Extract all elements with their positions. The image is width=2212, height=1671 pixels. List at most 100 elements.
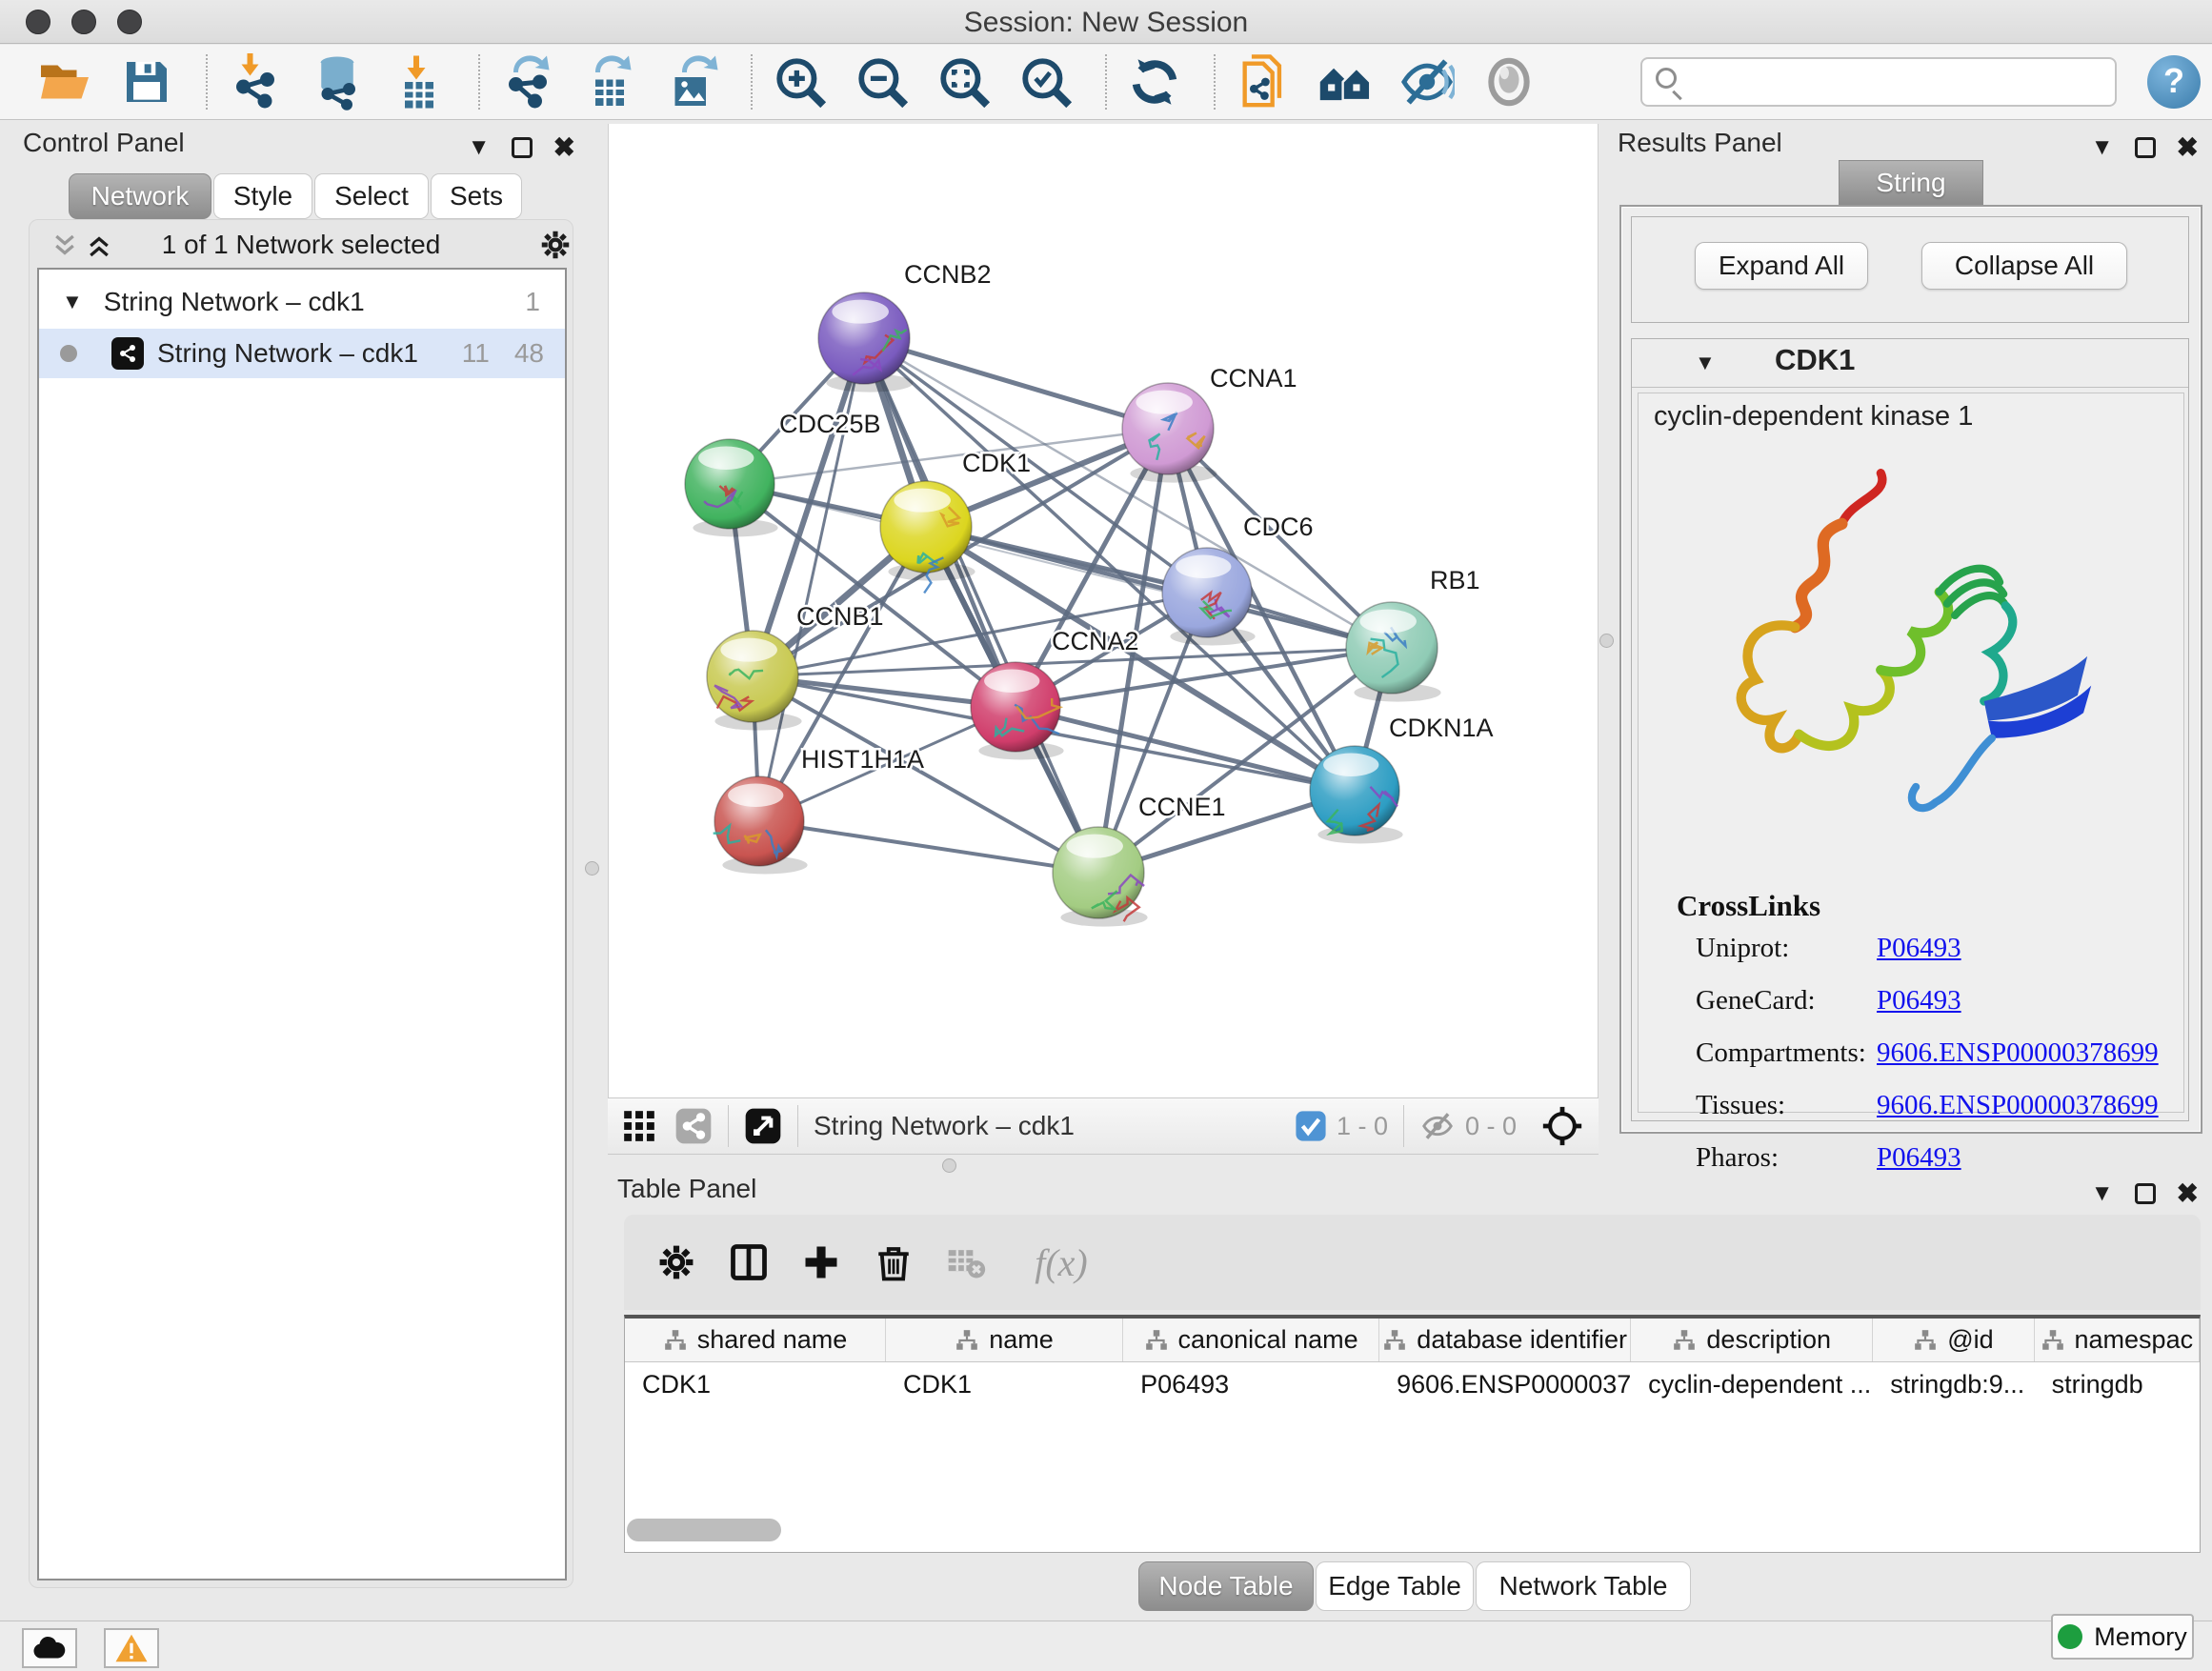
crosslink-link[interactable]: 9606.ENSP00000378699	[1877, 1037, 2159, 1069]
open-folder-icon	[36, 53, 93, 111]
expand-all-button[interactable]: Expand All	[1695, 242, 1868, 290]
tab-network-table[interactable]: Network Table	[1476, 1561, 1691, 1611]
cloud-status-button[interactable]	[22, 1628, 77, 1668]
bottom-splitter-handle[interactable]	[942, 1158, 956, 1173]
string-home-button[interactable]	[1315, 53, 1376, 111]
grid-view-icon[interactable]	[621, 1108, 657, 1144]
maximize-panel-icon[interactable]	[2135, 1183, 2156, 1204]
import-table-button[interactable]	[389, 53, 450, 111]
import-network-database-button[interactable]	[307, 53, 368, 111]
column-header-canonical-name[interactable]: canonical name	[1123, 1319, 1379, 1361]
crosslink-link[interactable]: P06493	[1877, 933, 1961, 964]
tab-node-table[interactable]: Node Table	[1138, 1561, 1314, 1611]
table-cell: cyclin-dependent ...	[1631, 1362, 1873, 1406]
tab-style[interactable]: Style	[213, 173, 312, 219]
search-input[interactable]	[1640, 57, 2117, 107]
show-columns-button[interactable]	[719, 1234, 778, 1291]
close-panel-icon[interactable]: ✖	[2177, 131, 2199, 163]
close-panel-icon[interactable]: ✖	[2177, 1178, 2199, 1209]
selected-checkbox-icon[interactable]	[1295, 1110, 1327, 1142]
network-node-CCNE1[interactable]	[1053, 827, 1144, 921]
toolbar-separator	[751, 54, 753, 110]
network-node-CDKN1A[interactable]	[1310, 746, 1399, 836]
node-label-CDC25B: CDC25B	[779, 410, 881, 438]
crosslink-link[interactable]: 9606.ENSP00000378699	[1877, 1090, 2159, 1121]
column-header-name[interactable]: name	[886, 1319, 1123, 1361]
column-header-namespac[interactable]: namespac	[2035, 1319, 2200, 1361]
float-panel-icon[interactable]: ▼	[468, 134, 491, 161]
column-type-icon	[1913, 1328, 1938, 1353]
warning-status-button[interactable]	[104, 1628, 159, 1668]
export-network-button[interactable]	[497, 53, 558, 111]
open-session-button[interactable]	[34, 53, 95, 111]
column-header-database-identifier[interactable]: database identifier	[1379, 1319, 1631, 1361]
memory-button[interactable]: Memory	[2051, 1614, 2194, 1660]
table-options-button[interactable]	[647, 1234, 706, 1291]
tab-select[interactable]: Select	[314, 173, 429, 219]
column-header--id[interactable]: @id	[1873, 1319, 2034, 1361]
network-node-CCNA2[interactable]	[971, 662, 1060, 752]
node-label-CDKN1A: CDKN1A	[1389, 714, 1494, 742]
collapse-triangle-icon[interactable]: ▼	[62, 290, 83, 314]
network-tab-content: 1 of 1 Network selected ▼ String Network…	[29, 219, 573, 1588]
import-network-file-button[interactable]	[225, 53, 286, 111]
crosslinks-list: Uniprot:P06493GeneCard:P06493Compartment…	[1696, 933, 2172, 1195]
network-row-selected[interactable]: String Network – cdk1 11 48	[39, 329, 565, 378]
zoom-fit-button[interactable]	[934, 53, 995, 111]
hide-glyphs-button[interactable]	[1397, 53, 1458, 111]
refresh-view-button[interactable]	[1124, 53, 1185, 111]
node-table[interactable]: shared namenamecanonical namedatabase id…	[624, 1315, 2201, 1553]
network-node-CDC6[interactable]	[1162, 548, 1252, 637]
help-button[interactable]: ?	[2147, 55, 2201, 109]
node-count: 11	[462, 338, 490, 369]
network-collection-row[interactable]: ▼ String Network – cdk1 1	[39, 277, 565, 327]
horizontal-scrollbar-thumb[interactable]	[627, 1519, 781, 1541]
show-eye-button[interactable]	[1478, 53, 1539, 111]
delete-column-button[interactable]	[864, 1234, 923, 1291]
gear-icon[interactable]	[538, 228, 573, 262]
zoom-in-button[interactable]	[770, 53, 831, 111]
export-image-button[interactable]	[661, 53, 722, 111]
left-splitter-handle[interactable]	[585, 861, 599, 876]
tab-sets[interactable]: Sets	[431, 173, 522, 219]
zoom-selected-button[interactable]	[1016, 53, 1076, 111]
network-node-CCNB2[interactable]	[818, 292, 910, 384]
network-row-label: String Network – cdk1	[157, 338, 418, 369]
maximize-panel-icon[interactable]	[512, 137, 533, 158]
cytoscape-window: Session: New Session	[0, 0, 2212, 1671]
results-panel-title: Results Panel	[1618, 128, 1782, 158]
crosshair-icon[interactable]	[1541, 1105, 1583, 1147]
float-panel-icon[interactable]: ▼	[2091, 1180, 2114, 1207]
tab-network[interactable]: Network	[69, 173, 211, 219]
crosslink-link[interactable]: P06493	[1877, 1142, 1961, 1174]
node-label-CCNB1: CCNB1	[796, 602, 884, 631]
close-panel-icon[interactable]: ✖	[553, 131, 575, 163]
export-table-button[interactable]	[579, 53, 640, 111]
network-canvas[interactable]: CCNB2CCNA1CDC25BCDK1CDC6RB1CCNB1CCNA2CDK…	[608, 124, 1599, 1097]
node-label-CCNE1: CCNE1	[1138, 793, 1226, 821]
float-panel-icon[interactable]: ▼	[2091, 134, 2114, 161]
network-node-CDC25B[interactable]	[685, 439, 774, 529]
network-node-RB1[interactable]	[1346, 602, 1438, 694]
tab-string[interactable]: String	[1839, 160, 1983, 206]
maximize-panel-icon[interactable]	[2135, 137, 2156, 158]
column-header-description[interactable]: description	[1631, 1319, 1873, 1361]
network-node-CCNB1[interactable]	[707, 631, 798, 722]
network-node-CCNA1[interactable]	[1122, 383, 1214, 474]
table-row[interactable]: CDK1CDK1P064939606.ENSP00000378699cyclin…	[625, 1362, 2200, 1406]
column-header-shared-name[interactable]: shared name	[625, 1319, 886, 1361]
crosslink-link[interactable]: P06493	[1877, 985, 1961, 1017]
annotation-button[interactable]	[1233, 53, 1294, 111]
birdseye-view-icon[interactable]	[744, 1107, 782, 1145]
collapse-all-button[interactable]: Collapse All	[1921, 242, 2127, 290]
control-panel: Control Panel ▼ ✖ Network Style Select S…	[10, 124, 608, 1596]
network-node-HIST1H1A[interactable]	[714, 776, 804, 866]
section-collapse-icon[interactable]: ▼	[1695, 351, 1716, 375]
save-session-button[interactable]	[116, 53, 177, 111]
separator	[1403, 1105, 1404, 1147]
zoom-out-button[interactable]	[852, 53, 913, 111]
table-cell: CDK1	[625, 1362, 886, 1406]
tab-edge-table[interactable]: Edge Table	[1316, 1561, 1474, 1611]
add-column-button[interactable]	[792, 1234, 851, 1291]
network-view-mode-icon[interactable]	[674, 1107, 713, 1145]
